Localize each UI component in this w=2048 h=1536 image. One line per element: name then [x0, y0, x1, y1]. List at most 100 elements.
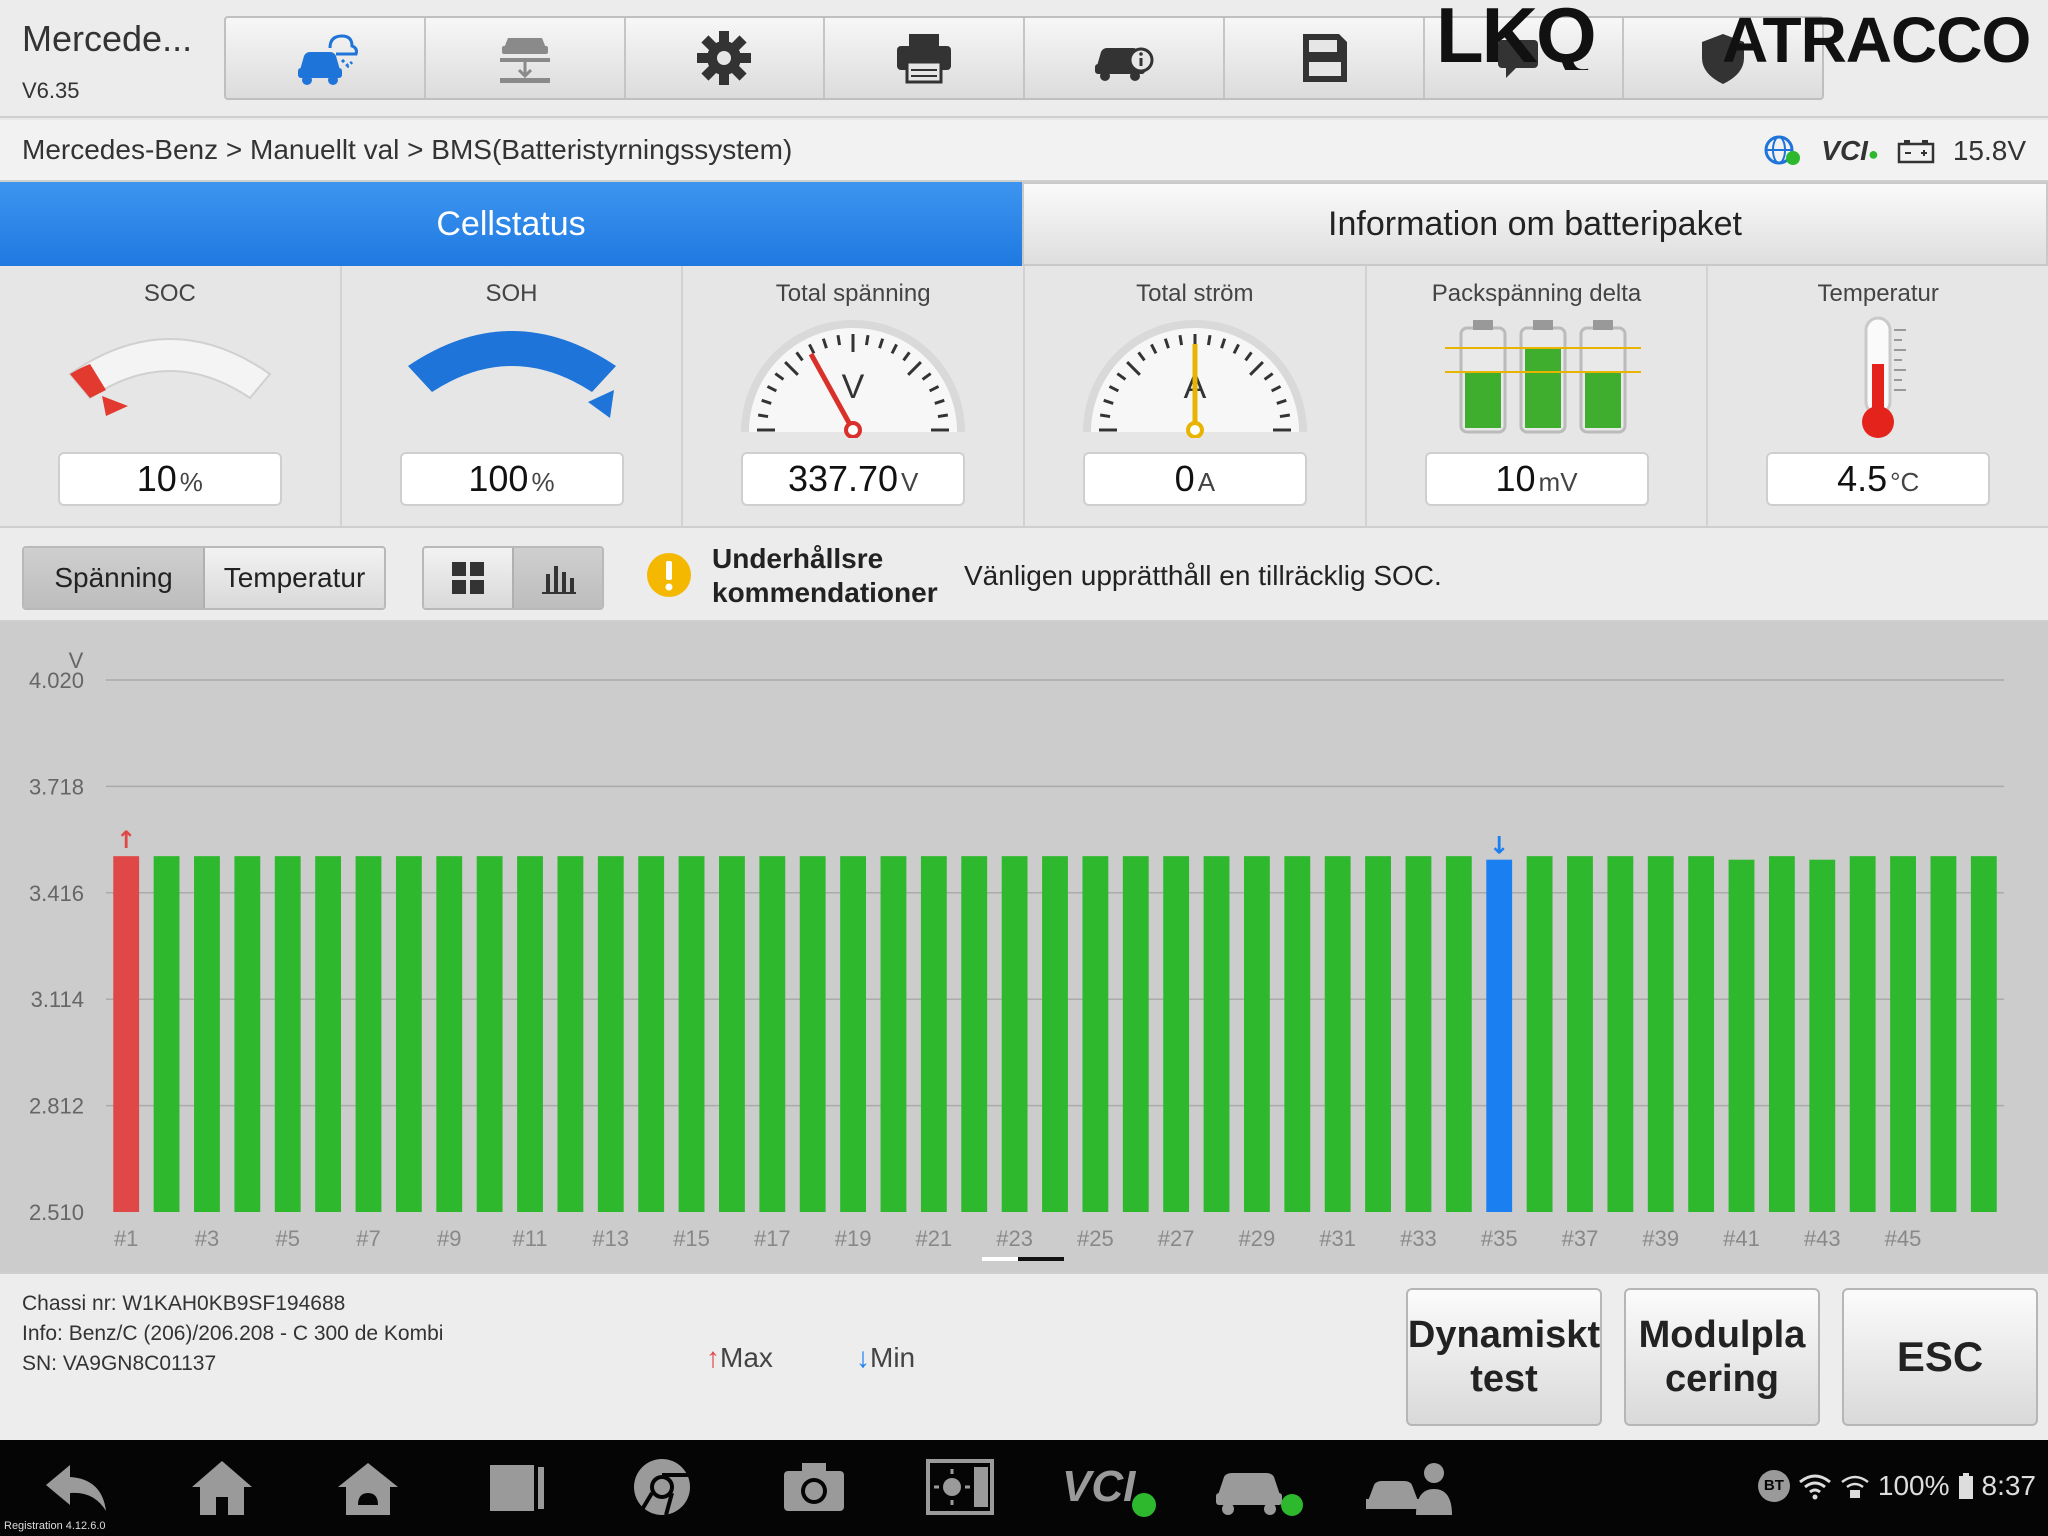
android-home-button[interactable]	[326, 1454, 410, 1520]
total-current-box: 0A	[1082, 452, 1307, 506]
y-tick-label: 3.114	[31, 987, 84, 1012]
clock: 8:37	[1981, 1470, 2037, 1501]
cell-bar[interactable]	[234, 856, 261, 1212]
print-button[interactable]	[825, 18, 1025, 98]
cell-bar[interactable]	[880, 856, 907, 1212]
cell-bar[interactable]	[1243, 856, 1270, 1212]
technician-button[interactable]	[1364, 1454, 1460, 1520]
cell-bar[interactable]	[597, 856, 624, 1212]
cell-bar[interactable]	[759, 856, 786, 1212]
cell-bar[interactable]	[1930, 856, 1957, 1212]
dial-tick	[758, 413, 769, 419]
save-button[interactable]	[1225, 18, 1425, 98]
module-placement-button[interactable]: Modulpla cering	[1624, 1288, 1820, 1426]
x-tick-label: #43	[1804, 1226, 1841, 1251]
cell-bar[interactable]	[1042, 856, 1068, 1212]
cell-voltage-chart: V 4.020 3.718 3.416 3.114 2.812 2.510 ↑ ↓ #1 #3 #5 #…	[0, 622, 2048, 1272]
cell-bar[interactable]	[638, 856, 665, 1212]
cell-bar[interactable]	[1082, 856, 1109, 1212]
dynamic-test-button[interactable]: Dynamiskt test	[1406, 1288, 1602, 1426]
x-tick-label: #17	[754, 1226, 791, 1251]
cell-bar[interactable]	[1970, 856, 1997, 1212]
x-tick-label: #25	[1077, 1226, 1114, 1251]
cell-bar[interactable]	[1365, 856, 1391, 1212]
cell-bar[interactable]	[1890, 856, 1916, 1212]
cell-bar[interactable]	[517, 856, 543, 1212]
cell-bar[interactable]	[1809, 859, 1836, 1212]
tab-cell-status[interactable]: Cellstatus	[0, 182, 1022, 266]
cell-bar[interactable]	[1647, 856, 1674, 1212]
cell-bar[interactable]	[1445, 856, 1472, 1212]
cell-bar[interactable]	[1405, 856, 1432, 1212]
cell-bar[interactable]	[355, 856, 382, 1212]
temperature-mode-button[interactable]: Temperatur	[205, 548, 384, 608]
grid-view-button[interactable]	[424, 548, 514, 608]
cell-bar[interactable]	[799, 856, 826, 1212]
cell-bar[interactable]	[840, 856, 867, 1212]
esc-button[interactable]: ESC	[1842, 1288, 2038, 1426]
car-lift-button[interactable]	[426, 18, 626, 98]
cell-bar-max[interactable]	[113, 856, 140, 1212]
app-title: Mercede...	[22, 18, 193, 59]
total-voltage-box: 337.70 V	[741, 452, 966, 506]
x-tick-label: #35	[1481, 1226, 1518, 1251]
cell-bar[interactable]	[153, 856, 180, 1212]
cell-bar[interactable]	[476, 856, 503, 1212]
settings-button[interactable]	[626, 18, 826, 98]
cell-bar[interactable]	[678, 856, 705, 1212]
camera-button[interactable]	[772, 1454, 856, 1520]
cell-bar-min[interactable]	[1486, 859, 1513, 1212]
cell-bar[interactable]	[1284, 856, 1311, 1212]
cell-bar[interactable]	[1526, 856, 1553, 1212]
cell-bar[interactable]	[194, 856, 220, 1212]
soc-gauge: SOC 10%	[0, 266, 342, 526]
cell-bar[interactable]	[315, 856, 342, 1212]
wifi-icon	[1798, 1474, 1831, 1500]
cell-bar[interactable]	[961, 856, 988, 1212]
legend-min: ↓Min	[856, 1342, 916, 1373]
x-tick-label: #1	[114, 1226, 138, 1251]
cell-bar[interactable]	[274, 856, 301, 1212]
remote-expert-button[interactable]	[226, 18, 426, 98]
cell-bar[interactable]	[920, 856, 947, 1212]
browser-button[interactable]	[620, 1454, 704, 1520]
arrow-up-icon: ↑	[706, 1342, 720, 1373]
soc-arc-icon	[68, 338, 272, 416]
vci-button[interactable]: VCI	[1060, 1454, 1170, 1520]
cell-bar[interactable]	[1768, 856, 1795, 1212]
cell-bar[interactable]	[557, 856, 584, 1212]
y-tick-label: 2.812	[29, 1094, 84, 1119]
cell-bar[interactable]	[719, 856, 745, 1212]
cell-bar[interactable]	[436, 856, 463, 1212]
cell-bar[interactable]	[1163, 856, 1190, 1212]
x-tick-label: #45	[1885, 1226, 1922, 1251]
cell-bar[interactable]	[1728, 859, 1755, 1212]
back-button[interactable]	[34, 1454, 118, 1520]
cell-bar[interactable]	[1203, 856, 1230, 1212]
cell-bar[interactable]	[1122, 856, 1149, 1212]
bar-view-button[interactable]	[514, 548, 602, 608]
legend-max: ↑Max	[706, 1342, 773, 1373]
brightness-button[interactable]	[918, 1454, 1002, 1520]
min-arrow-icon: ↓	[1489, 832, 1509, 860]
cell-bar[interactable]	[1607, 856, 1634, 1212]
vehicle-button[interactable]	[1212, 1454, 1308, 1520]
scroll-indicator	[982, 1257, 1064, 1261]
cell-bar[interactable]	[1849, 856, 1876, 1212]
mode-toggle: Spänning Temperatur	[22, 546, 386, 610]
view-toggle	[422, 546, 604, 610]
chassis-number: Chassi nr: W1KAH0KB9SF194688	[22, 1292, 346, 1315]
cell-bar[interactable]	[395, 856, 422, 1212]
cell-bar[interactable]	[1324, 856, 1351, 1212]
cell-bar[interactable]	[1688, 856, 1715, 1212]
top-bar: Mercede... V6.35 LKQ ATRACCO	[0, 0, 2048, 118]
tab-pack-information[interactable]: Information om batteripaket	[1022, 182, 2048, 266]
cell-bar[interactable]	[1001, 856, 1028, 1212]
brightness-icon	[926, 1459, 994, 1515]
voltage-mode-button[interactable]: Spänning	[24, 548, 205, 608]
home-button[interactable]	[180, 1454, 264, 1520]
recent-apps-button[interactable]	[474, 1454, 558, 1520]
cell-bar[interactable]	[1567, 856, 1593, 1212]
vehicle-info-button[interactable]	[1025, 18, 1225, 98]
pack-delta-box: 10 mV	[1424, 452, 1649, 506]
